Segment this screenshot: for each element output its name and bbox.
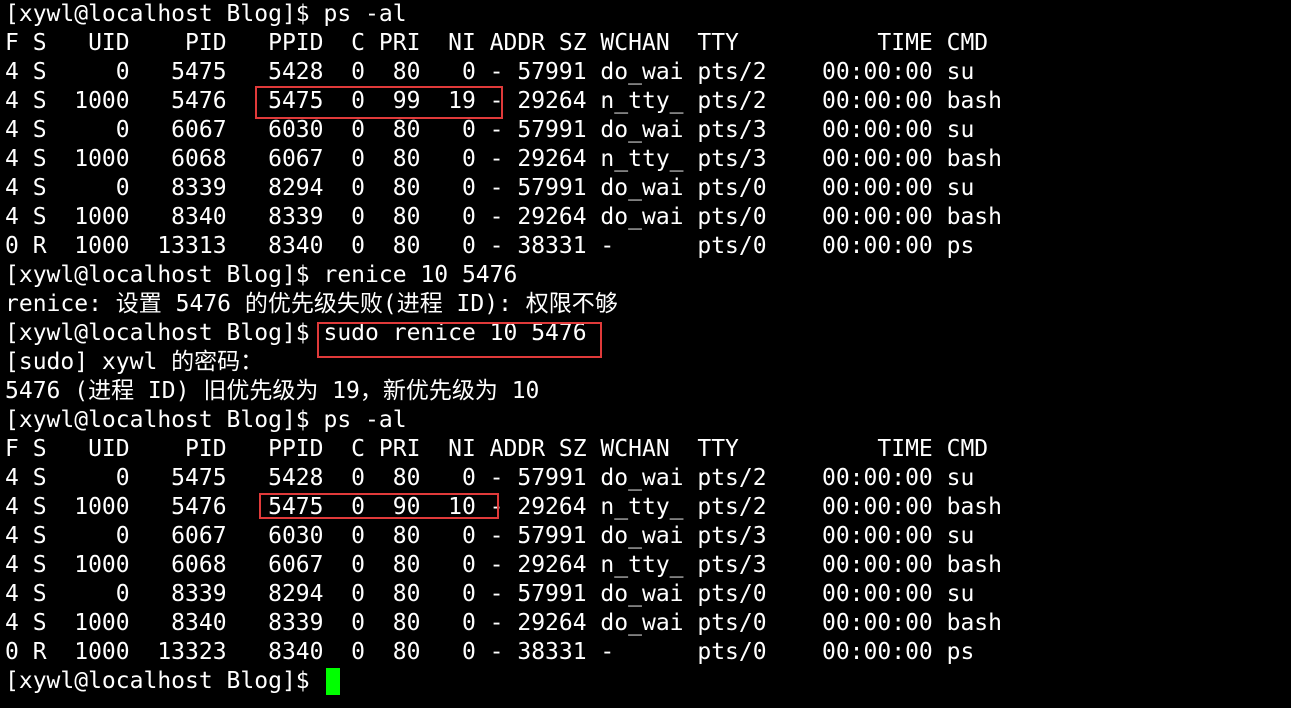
process-row: 4 S 0 5475 5428 0 80 0 - 57991 do_wai pt… — [5, 59, 975, 85]
process-row: 4 S 0 8339 8294 0 80 0 - 57991 do_wai pt… — [5, 581, 975, 607]
process-row: 0 R 1000 13323 8340 0 80 0 - 38331 - pts… — [5, 639, 975, 665]
process-row: 4 S 0 6067 6030 0 80 0 - 57991 do_wai pt… — [5, 117, 975, 143]
process-row: 4 S 0 8339 8294 0 80 0 - 57991 do_wai pt… — [5, 175, 975, 201]
process-row: 0 R 1000 13313 8340 0 80 0 - 38331 - pts… — [5, 233, 975, 259]
highlight-box-command — [317, 322, 602, 358]
process-row: 4 S 1000 5476 5475 0 90 10 - 29264 n_tty… — [5, 494, 1002, 520]
process-row: 4 S 1000 6068 6067 0 80 0 - 29264 n_tty_… — [5, 552, 1002, 578]
text-cursor — [326, 668, 340, 695]
prompt-line: [xywl@localhost Blog]$ renice 10 5476 — [5, 262, 518, 288]
renice-output: 5476 (进程 ID) 旧优先级为 19，新优先级为 10 — [5, 378, 540, 404]
process-row: 4 S 1000 8340 8339 0 80 0 - 29264 do_wai… — [5, 204, 1002, 230]
prompt-line: [xywl@localhost Blog]$ ps -al — [5, 1, 407, 27]
process-row: 4 S 0 6067 6030 0 80 0 - 57991 do_wai pt… — [5, 523, 975, 549]
highlight-box-before — [255, 86, 503, 119]
ps-header-line: F S UID PID PPID C PRI NI ADDR SZ WCHAN … — [5, 436, 989, 462]
process-row: 4 S 0 5475 5428 0 80 0 - 57991 do_wai pt… — [5, 465, 975, 491]
prompt-line: [xywl@localhost Blog]$ ps -al — [5, 407, 407, 433]
process-row: 4 S 1000 8340 8339 0 80 0 - 29264 do_wai… — [5, 610, 1002, 636]
sudo-password-prompt: [sudo] xywl 的密码： — [5, 349, 264, 375]
prompt-line: [xywl@localhost Blog]$ — [5, 668, 324, 694]
error-message: renice: 设置 5476 的优先级失败(进程 ID): 权限不够 — [5, 291, 618, 317]
highlight-box-after — [259, 493, 499, 519]
process-row: 4 S 1000 6068 6067 0 80 0 - 29264 n_tty_… — [5, 146, 1002, 172]
ps-header-line: F S UID PID PPID C PRI NI ADDR SZ WCHAN … — [5, 30, 989, 56]
process-row: 4 S 1000 5476 5475 0 99 19 - 29264 n_tty… — [5, 88, 1002, 114]
terminal-window[interactable]: [xywl@localhost Blog]$ ps -al F S UID PI… — [0, 0, 1291, 708]
